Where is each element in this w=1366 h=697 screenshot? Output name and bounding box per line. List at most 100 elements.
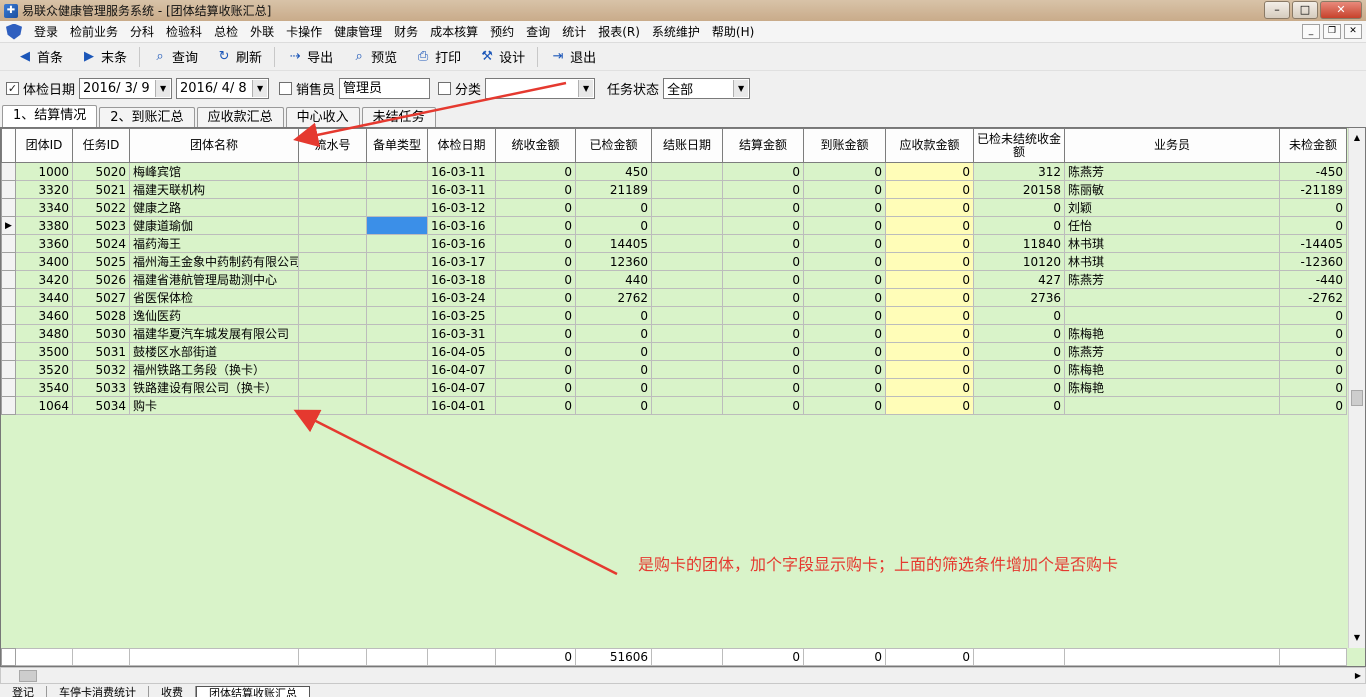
cell-9[interactable]: 0 — [722, 234, 804, 253]
cell-3[interactable] — [298, 198, 367, 217]
first-record-button[interactable]: ◀ 首条 — [8, 45, 72, 69]
table-row[interactable]: 3320 5021 福建天联机构 16-03-11 0 21189 0 0 0 20158 陈丽敏 -… — [1, 180, 1347, 199]
column-header-7[interactable]: 已检金额 — [575, 128, 652, 163]
cell-9[interactable]: 0 — [722, 252, 804, 271]
cell-3[interactable] — [298, 360, 367, 379]
menu-item-13[interactable]: 报表(R) — [592, 22, 646, 42]
row-indicator[interactable] — [1, 288, 16, 307]
cell-10[interactable]: 0 — [803, 324, 886, 343]
cell-13[interactable] — [1064, 396, 1280, 415]
column-header-5[interactable]: 体检日期 — [427, 128, 496, 163]
cell-6[interactable]: 0 — [495, 288, 576, 307]
cell-13[interactable]: 陈梅艳 — [1064, 360, 1280, 379]
query-button[interactable]: ⌕ 查询 — [143, 45, 207, 69]
cell-10[interactable]: 0 — [803, 216, 886, 235]
menu-item-15[interactable]: 帮助(H) — [706, 22, 760, 42]
menu-item-11[interactable]: 查询 — [520, 22, 556, 42]
cell-9[interactable]: 0 — [722, 162, 804, 181]
cell-0[interactable]: 3400 — [15, 252, 73, 271]
cell-2[interactable]: 福建华夏汽车城发展有限公司 — [129, 324, 299, 343]
cell-13[interactable] — [1064, 306, 1280, 325]
cell-14[interactable]: -14405 — [1279, 234, 1347, 253]
cell-5[interactable]: 16-04-01 — [427, 396, 496, 415]
tab-3[interactable]: 中心收入 — [285, 107, 360, 127]
cell-9[interactable]: 0 — [722, 324, 804, 343]
cell-10[interactable]: 0 — [803, 378, 886, 397]
cell-10[interactable]: 0 — [803, 360, 886, 379]
last-record-button[interactable]: ▶ 末条 — [72, 45, 136, 69]
cell-14[interactable]: 0 — [1279, 306, 1347, 325]
hscroll-thumb[interactable] — [19, 670, 37, 682]
table-row[interactable]: 3500 5031 鼓楼区水部街道 16-04-05 0 0 0 0 0 0 陈燕芳 0 — [1, 342, 1347, 361]
maximize-button[interactable]: □ — [1292, 1, 1318, 19]
cell-14[interactable]: 0 — [1279, 324, 1347, 343]
cell-3[interactable] — [298, 324, 367, 343]
cell-6[interactable]: 0 — [495, 324, 576, 343]
cell-13[interactable]: 林书琪 — [1064, 234, 1280, 253]
cell-8[interactable] — [651, 324, 723, 343]
cell-4[interactable] — [366, 234, 428, 253]
cell-4[interactable] — [366, 216, 428, 235]
cell-14[interactable]: -440 — [1279, 270, 1347, 289]
cell-2[interactable]: 逸仙医药 — [129, 306, 299, 325]
row-indicator[interactable]: ▶ — [1, 216, 16, 235]
cell-11[interactable]: 0 — [885, 360, 974, 379]
cell-3[interactable] — [298, 288, 367, 307]
menu-item-12[interactable]: 统计 — [556, 22, 592, 42]
cell-11[interactable]: 0 — [885, 342, 974, 361]
cell-3[interactable] — [298, 180, 367, 199]
window-tab-3[interactable]: 团体结算收账汇总 — [196, 686, 310, 697]
cell-7[interactable]: 0 — [575, 324, 652, 343]
cell-7[interactable]: 450 — [575, 162, 652, 181]
cell-1[interactable]: 5024 — [72, 234, 130, 253]
row-indicator[interactable] — [1, 180, 16, 199]
column-header-4[interactable]: 备单类型 — [366, 128, 428, 163]
cell-6[interactable]: 0 — [495, 378, 576, 397]
cell-12[interactable]: 312 — [973, 162, 1065, 181]
cell-12[interactable]: 0 — [973, 378, 1065, 397]
tab-0[interactable]: 1、结算情况 — [2, 105, 98, 127]
cell-6[interactable]: 0 — [495, 360, 576, 379]
cell-6[interactable]: 0 — [495, 162, 576, 181]
cell-9[interactable]: 0 — [722, 378, 804, 397]
cell-2[interactable]: 福建天联机构 — [129, 180, 299, 199]
tab-4[interactable]: 未结任务 — [361, 107, 436, 127]
row-indicator[interactable] — [1, 360, 16, 379]
cell-1[interactable]: 5028 — [72, 306, 130, 325]
category-select[interactable]: ▼ — [485, 77, 596, 99]
cell-13[interactable]: 陈燕芳 — [1064, 342, 1280, 361]
cell-2[interactable]: 福州铁路工务段（换卡） — [129, 360, 299, 379]
cell-5[interactable]: 16-04-05 — [427, 342, 496, 361]
refresh-button[interactable]: ↻ 刷新 — [207, 45, 271, 69]
cell-10[interactable]: 0 — [803, 288, 886, 307]
cell-4[interactable] — [366, 342, 428, 361]
cell-14[interactable]: 0 — [1279, 198, 1347, 217]
cell-11[interactable]: 0 — [885, 216, 974, 235]
cell-7[interactable]: 0 — [575, 342, 652, 361]
cell-12[interactable]: 11840 — [973, 234, 1065, 253]
scroll-right-icon[interactable]: ▶ — [1355, 668, 1361, 683]
cell-14[interactable]: -450 — [1279, 162, 1347, 181]
cell-6[interactable]: 0 — [495, 252, 576, 271]
column-header-9[interactable]: 结算金额 — [722, 128, 804, 163]
column-header-1[interactable]: 任务ID — [72, 128, 130, 163]
cell-2[interactable]: 省医保体检 — [129, 288, 299, 307]
cell-2[interactable]: 鼓楼区水部街道 — [129, 342, 299, 361]
cell-9[interactable]: 0 — [722, 198, 804, 217]
cell-3[interactable] — [298, 306, 367, 325]
cell-10[interactable]: 0 — [803, 396, 886, 415]
exit-button[interactable]: ⇥ 退出 — [541, 45, 605, 69]
cell-11[interactable]: 0 — [885, 378, 974, 397]
menu-item-14[interactable]: 系统维护 — [646, 22, 706, 42]
cell-2[interactable]: 健康道瑜伽 — [129, 216, 299, 235]
task-status-select[interactable]: 全部 ▼ — [663, 77, 751, 99]
cell-9[interactable]: 0 — [722, 270, 804, 289]
cell-8[interactable] — [651, 216, 723, 235]
cell-5[interactable]: 16-03-12 — [427, 198, 496, 217]
cell-12[interactable]: 20158 — [973, 180, 1065, 199]
cell-12[interactable]: 2736 — [973, 288, 1065, 307]
cell-12[interactable]: 10120 — [973, 252, 1065, 271]
design-button[interactable]: ⚒ 设计 — [470, 45, 534, 69]
table-row[interactable]: 3440 5027 省医保体检 16-03-24 0 2762 0 0 0 2736 -2762 — [1, 288, 1347, 307]
cell-4[interactable] — [366, 396, 428, 415]
